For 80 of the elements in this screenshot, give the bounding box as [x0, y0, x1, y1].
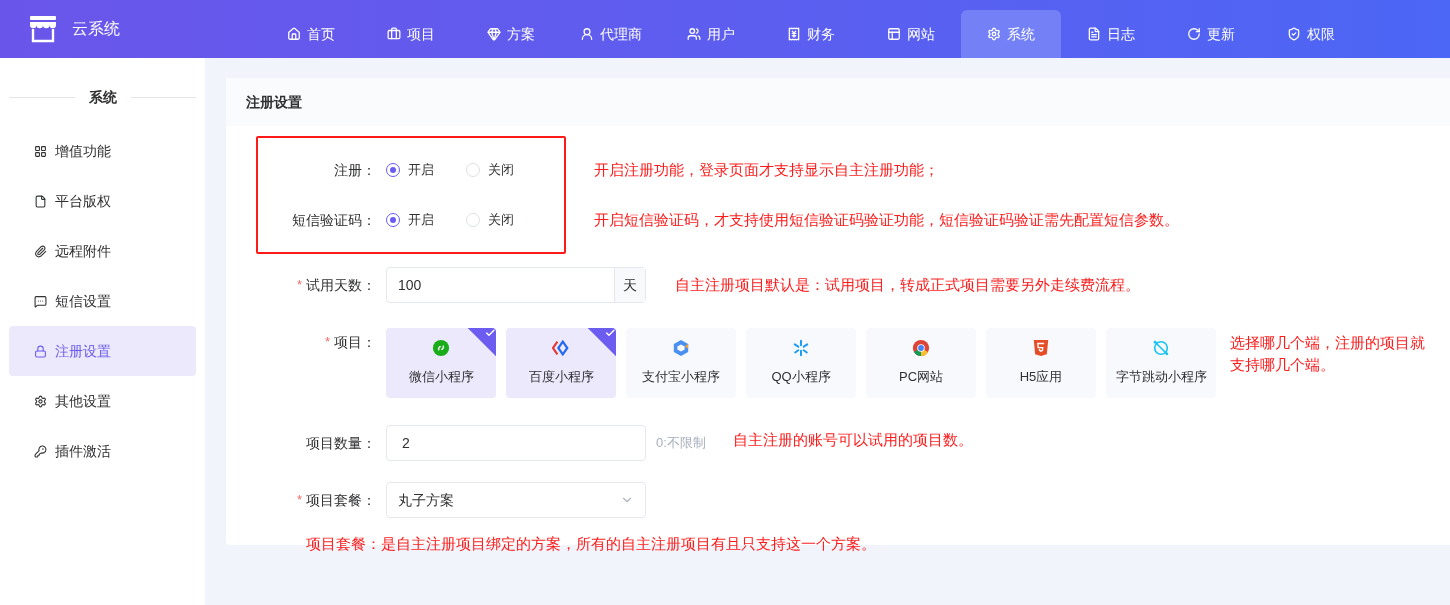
nav-tab[interactable]: 日志 — [1061, 10, 1161, 58]
annotation-text: 自主注册的账号可以试用的项目数。 — [732, 429, 973, 450]
nav-tab[interactable]: 用户 — [661, 10, 761, 58]
orbit-icon — [1152, 339, 1170, 358]
message-icon — [34, 294, 47, 308]
sidebar-item[interactable]: 注册设置 — [9, 326, 196, 376]
plan-select[interactable]: 丸子方案 — [386, 482, 646, 518]
sidebar-item[interactable]: 平台版权 — [9, 176, 196, 226]
document-icon — [1087, 27, 1101, 41]
storefront-logo-icon — [28, 14, 58, 44]
sidebar-item[interactable]: 短信设置 — [9, 276, 196, 326]
platform-option-card[interactable]: 支付宝小程序 — [626, 328, 736, 398]
gem-icon — [487, 27, 501, 41]
field-label: 注册： — [334, 160, 376, 180]
input-field[interactable]: 100 — [387, 268, 614, 302]
required-mark: * — [296, 491, 302, 510]
nav-tab[interactable]: 更新 — [1161, 10, 1261, 58]
users-icon — [687, 27, 701, 41]
link-circle-icon — [432, 339, 450, 358]
sidebar-item[interactable]: 其他设置 — [9, 376, 196, 426]
required-mark: * — [324, 333, 330, 352]
asterisk-icon — [792, 339, 810, 358]
key-icon — [34, 444, 47, 458]
platform-option-card[interactable]: 字节跳动小程序 — [1106, 328, 1216, 398]
refresh-icon — [1187, 27, 1201, 41]
grid-icon — [34, 144, 47, 158]
nav-tab[interactable]: 财务 — [761, 10, 861, 58]
nav-tab[interactable]: 网站 — [861, 10, 961, 58]
field-hint: 0:不限制 — [656, 434, 706, 453]
shield-icon — [1287, 27, 1301, 41]
browser-logo-icon — [912, 339, 930, 358]
radio-option[interactable]: 开启 — [386, 210, 434, 230]
annotation-text: 项目套餐：是自主注册项目绑定的方案，所有的自主注册项目有且只支持这一个方案。 — [306, 535, 876, 552]
briefcase-icon — [387, 27, 401, 41]
check-icon — [484, 328, 496, 339]
nav-tab[interactable]: 方案 — [461, 10, 561, 58]
required-mark: * — [296, 276, 302, 295]
paperclip-icon — [34, 244, 47, 258]
annotation-text: 选择哪几个端，注册的项目就支持哪几个端。 — [1230, 333, 1426, 375]
radio-option[interactable]: 关闭 — [466, 160, 514, 180]
settings-icon — [987, 27, 1001, 41]
field-label: 项目： — [334, 332, 376, 352]
field-label: 试用天数： — [306, 275, 376, 295]
yen-icon — [787, 27, 801, 41]
radio-option[interactable]: 关闭 — [466, 210, 514, 230]
nav-tab[interactable]: 项目 — [361, 10, 461, 58]
app-name: 云系统 — [72, 19, 120, 39]
trial-days-field[interactable]: 100 天 — [386, 267, 646, 303]
layout-icon — [887, 27, 901, 41]
nav-tab[interactable]: 代理商 — [561, 10, 661, 58]
platform-option-card[interactable]: QQ小程序 — [746, 328, 856, 398]
field-label: 项目套餐： — [306, 490, 376, 510]
file-icon — [34, 194, 47, 208]
nav-tab[interactable]: 首页 — [261, 10, 361, 58]
hexagon-icon — [672, 339, 690, 358]
sidebar-item[interactable]: 增值功能 — [9, 126, 196, 176]
html5-shield-icon — [1032, 339, 1050, 358]
field-label: 短信验证码： — [292, 210, 376, 230]
field-label: 项目数量： — [306, 433, 376, 453]
check-icon — [604, 328, 616, 339]
platform-option-card[interactable]: 微信小程序 — [386, 328, 496, 398]
sidebar-title: 系统 — [88, 87, 117, 107]
annotation-text: 开启短信验证码，才支持使用短信验证码验证功能，短信验证码验证需先配置短信参数。 — [594, 209, 1179, 230]
nav-tab[interactable]: 权限 — [1261, 10, 1361, 58]
home-icon — [287, 27, 301, 41]
platform-option-card[interactable]: 百度小程序 — [506, 328, 616, 398]
settings-icon — [34, 394, 47, 408]
annotation-text: 开启注册功能，登录页面才支持显示自主注册功能； — [594, 159, 939, 180]
platform-option-card[interactable]: H5应用 — [986, 328, 1096, 398]
annotation-text: 自主注册项目默认是：试用项目，转成正式项目需要另外走续费流程。 — [675, 274, 1140, 295]
diamond-bracket-icon — [552, 339, 570, 358]
sidebar-item[interactable]: 远程附件 — [9, 226, 196, 276]
unit-suffix: 天 — [614, 268, 645, 302]
sidebar-item[interactable]: 插件激活 — [9, 426, 196, 476]
user-icon — [580, 27, 594, 41]
platform-option-card[interactable]: PC网站 — [866, 328, 976, 398]
radio-option[interactable]: 开启 — [386, 160, 434, 180]
lock-icon — [34, 344, 47, 358]
card-title: 注册设置 — [246, 92, 302, 112]
project-count-field[interactable]: 2 — [386, 425, 646, 461]
